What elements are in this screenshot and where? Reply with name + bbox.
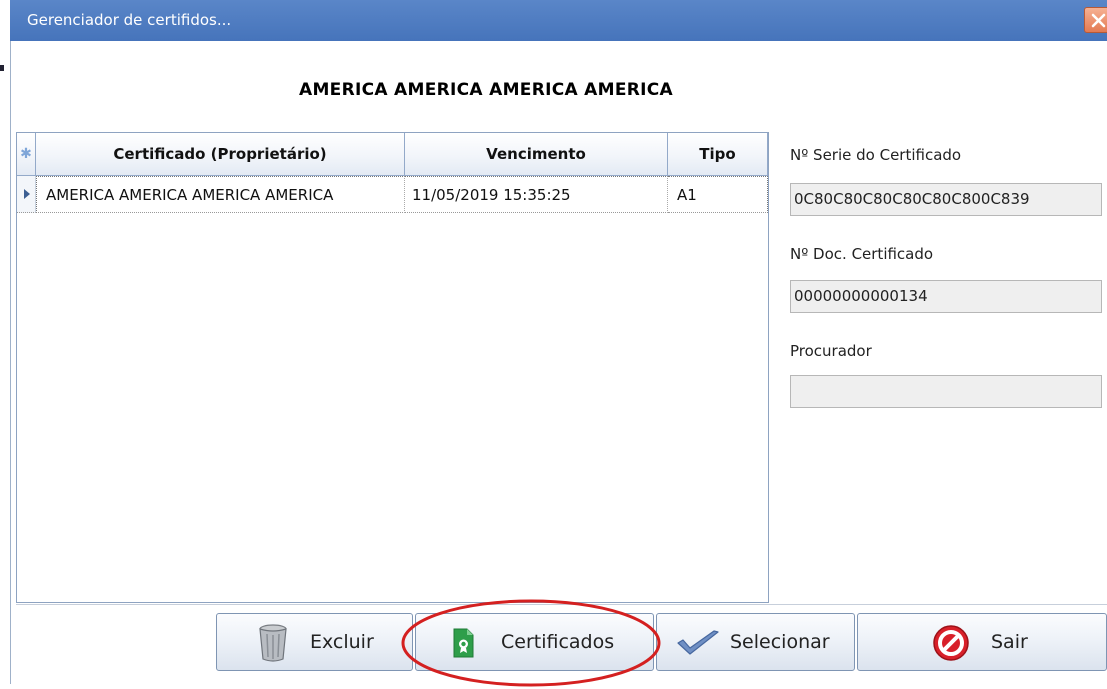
table-row[interactable]: AMERICA AMERICA AMERICA AMERICA 11/05/20… xyxy=(17,176,768,213)
checkmark-icon xyxy=(677,630,719,655)
serial-field[interactable]: 0C80C80C80C80C80C800C839 xyxy=(790,183,1102,216)
cell-type[interactable]: A1 xyxy=(668,176,768,213)
exit-button-label: Sair xyxy=(991,631,1028,653)
window-title: Gerenciador de certifidos... xyxy=(27,11,232,29)
title-bar[interactable]: Gerenciador de certifidos... xyxy=(10,0,1107,41)
proxy-label: Procurador xyxy=(790,342,872,360)
column-header-type[interactable]: Tipo xyxy=(668,133,768,176)
serial-label: Nº Serie do Certificado xyxy=(790,146,962,164)
row-selector-icon[interactable] xyxy=(17,176,36,213)
close-icon xyxy=(1091,13,1106,28)
highlight-annotation-circle xyxy=(401,599,661,687)
close-button[interactable] xyxy=(1084,7,1107,33)
certificates-grid[interactable]: ✱ Certificado (Proprietário) Vencimento … xyxy=(16,132,769,603)
proxy-field[interactable] xyxy=(790,375,1102,408)
cell-expiry[interactable]: 11/05/2019 15:35:25 xyxy=(405,176,668,213)
grid-indicator-header: ✱ xyxy=(17,133,36,176)
stop-icon xyxy=(933,625,969,661)
delete-button-label: Excluir xyxy=(310,631,374,653)
background-window-strip xyxy=(0,41,10,684)
doc-number-field[interactable]: 00000000000134 xyxy=(790,280,1102,313)
trash-bin-icon xyxy=(259,624,287,662)
select-button[interactable]: Selecionar xyxy=(656,613,855,671)
doc-number-label: Nº Doc. Certificado xyxy=(790,245,934,263)
select-button-label: Selecionar xyxy=(730,631,830,653)
new-row-asterisk-icon: ✱ xyxy=(20,146,32,162)
cell-owner[interactable]: AMERICA AMERICA AMERICA AMERICA xyxy=(36,176,405,213)
column-header-owner[interactable]: Certificado (Proprietário) xyxy=(36,133,405,176)
column-header-expiry[interactable]: Vencimento xyxy=(405,133,668,176)
exit-button[interactable]: Sair xyxy=(857,613,1107,671)
certificate-manager-window: AMERICA AMERICA AMERICA AMERICA ✱ Certif… xyxy=(11,41,1107,684)
delete-button[interactable]: Excluir xyxy=(216,613,413,671)
certificate-owner-heading: AMERICA AMERICA AMERICA AMERICA xyxy=(299,80,673,100)
background-window-glyph xyxy=(0,65,4,71)
